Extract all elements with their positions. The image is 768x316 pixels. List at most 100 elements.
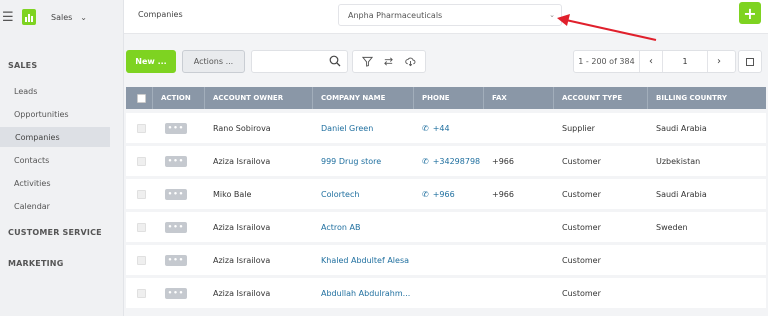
company-name-link[interactable]: Colortech <box>321 190 359 199</box>
hamburger-menu-icon[interactable]: ☰ <box>2 11 16 24</box>
sidebar-item-label: Companies <box>15 132 60 142</box>
phone-number: +44 <box>432 123 450 133</box>
phone-icon: ✆ <box>422 156 429 166</box>
table-row[interactable]: ••• Aziza Israilova Abdullah Abdulrahm... C… <box>126 278 766 308</box>
row-action-cell: ••• <box>153 179 205 209</box>
row-checkbox[interactable] <box>137 255 146 265</box>
cloud-download-icon[interactable] <box>405 56 416 67</box>
column-header-company-name[interactable]: COMPANY NAME <box>313 87 414 109</box>
table-header: ACTION ACCOUNT OWNER COMPANY NAME PHONE … <box>126 87 766 109</box>
billing-country-cell: Saudi Arabia <box>656 189 707 199</box>
row-action-menu-button[interactable]: ••• <box>165 155 187 167</box>
row-select-cell <box>126 146 153 176</box>
table-row[interactable]: ••• Aziza Israilova Actron AB Customer Swede… <box>126 212 766 242</box>
page-range: 1 - 200 of 384 <box>574 51 640 72</box>
company-name-cell: Abdullah Abdulrahm... <box>313 278 414 308</box>
top-bar: Companies Anpha Pharmaceuticals ⌄ + <box>124 0 768 34</box>
phone-link[interactable]: ✆ +966 <box>422 190 455 199</box>
row-action-cell: ••• <box>153 113 205 143</box>
fax-cell <box>484 212 554 242</box>
page-number-input[interactable]: 1 <box>662 51 708 72</box>
swap-icon[interactable] <box>383 56 394 67</box>
account-type-cell: Supplier <box>562 123 595 133</box>
sidebar-item-opportunities[interactable]: Opportunities <box>14 110 69 119</box>
column-header-billing-country[interactable]: BILLING COUNTRY <box>648 87 766 109</box>
sidebar-item-leads[interactable]: Leads <box>14 87 37 96</box>
company-name-link[interactable]: Actron AB <box>321 223 360 232</box>
company-select-value: Anpha Pharmaceuticals <box>348 10 443 20</box>
sidebar-header: ☰ Sales ⌄ <box>0 0 123 34</box>
new-button[interactable]: New ... <box>126 50 176 73</box>
app-switcher-label[interactable]: Sales <box>51 13 72 22</box>
table-row[interactable]: ••• Rano Sobirova Daniel Green ✆ +44 Supplier… <box>126 113 766 143</box>
phone-number: +34298798 <box>432 156 481 166</box>
company-name-cell: Colortech <box>313 179 414 209</box>
filter-icon[interactable] <box>362 56 374 67</box>
company-select[interactable]: Anpha Pharmaceuticals ⌄ <box>338 4 562 26</box>
billing-country-cell: Uzbekistan <box>656 156 701 166</box>
row-checkbox[interactable] <box>137 288 146 298</box>
add-button[interactable]: + <box>739 2 761 24</box>
sidebar-section-sales[interactable]: SALES <box>8 61 37 70</box>
view-toggle-button[interactable] <box>738 50 762 73</box>
sidebar-item-contacts[interactable]: Contacts <box>14 156 49 165</box>
actions-button[interactable]: Actions ... <box>182 50 245 73</box>
row-action-menu-button[interactable]: ••• <box>165 221 187 233</box>
next-page-button[interactable]: › <box>708 51 730 72</box>
company-name-link[interactable]: Abdullah Abdulrahm... <box>321 289 410 298</box>
select-all-checkbox[interactable] <box>137 93 146 103</box>
column-header-action[interactable]: ACTION <box>153 87 205 109</box>
account-type-cell: Customer <box>562 255 601 265</box>
phone-cell: ✆ +966 <box>414 179 484 209</box>
fax-cell: +966 <box>492 189 514 199</box>
chevron-down-icon: ⌄ <box>549 11 555 19</box>
phone-link[interactable]: ✆ +34298798 <box>422 157 480 166</box>
row-select-cell <box>126 278 153 308</box>
prev-page-button[interactable]: ‹ <box>640 51 662 72</box>
company-name-link[interactable]: 999 Drug store <box>321 157 381 166</box>
chevron-down-icon[interactable]: ⌄ <box>80 13 87 22</box>
sidebar-section-marketing[interactable]: MARKETING <box>8 259 63 268</box>
column-header-account-owner[interactable]: ACCOUNT OWNER <box>205 87 313 109</box>
account-owner-cell: Rano Sobirova <box>213 123 271 133</box>
company-name-cell: Daniel Green <box>313 113 414 143</box>
row-checkbox[interactable] <box>137 222 146 232</box>
sidebar-section-customer-service[interactable]: CUSTOMER SERVICE <box>8 228 102 237</box>
table-row[interactable]: ••• Aziza Israilova Khaled Abdultef Alesa C… <box>126 245 766 275</box>
row-action-menu-button[interactable]: ••• <box>165 122 187 134</box>
phone-link[interactable]: ✆ +44 <box>422 124 450 133</box>
column-header-account-type[interactable]: ACCOUNT TYPE <box>554 87 648 109</box>
column-header-phone[interactable]: PHONE <box>414 87 484 109</box>
row-checkbox[interactable] <box>137 189 146 199</box>
search-input[interactable] <box>251 50 348 73</box>
company-name-link[interactable]: Khaled Abdultef Alesa <box>321 256 409 265</box>
phone-cell: ✆ +44 <box>414 113 484 143</box>
row-action-cell: ••• <box>153 212 205 242</box>
sidebar-item-calendar[interactable]: Calendar <box>14 202 50 211</box>
breadcrumb: Companies <box>138 10 183 19</box>
account-owner-cell: Aziza Israilova <box>213 222 271 232</box>
row-action-menu-button[interactable]: ••• <box>165 188 187 200</box>
row-checkbox[interactable] <box>137 123 146 133</box>
row-select-cell <box>126 113 153 143</box>
column-header-fax[interactable]: FAX <box>484 87 554 109</box>
table-row[interactable]: ••• Miko Bale Colortech ✆ +966 +966 Customer Sa… <box>126 179 766 209</box>
billing-country-cell: Sweden <box>656 222 688 232</box>
account-owner-cell: Aziza Israilova <box>213 288 271 298</box>
phone-cell <box>414 212 484 242</box>
phone-number: +966 <box>432 189 455 199</box>
account-type-cell: Customer <box>562 288 601 298</box>
sidebar-item-activities[interactable]: Activities <box>14 179 51 188</box>
account-type-cell: Customer <box>562 189 601 199</box>
row-action-menu-button[interactable]: ••• <box>165 287 187 299</box>
phone-cell <box>414 278 484 308</box>
search-icon <box>329 55 341 67</box>
row-action-menu-button[interactable]: ••• <box>165 254 187 266</box>
fax-cell: +966 <box>492 156 514 166</box>
row-checkbox[interactable] <box>137 156 146 166</box>
phone-icon: ✆ <box>422 189 429 199</box>
table-row[interactable]: ••• Aziza Israilova 999 Drug store ✆ +342987… <box>126 146 766 176</box>
row-action-cell: ••• <box>153 146 205 176</box>
company-name-link[interactable]: Daniel Green <box>321 124 373 133</box>
sidebar-item-companies[interactable]: Companies <box>0 127 110 147</box>
